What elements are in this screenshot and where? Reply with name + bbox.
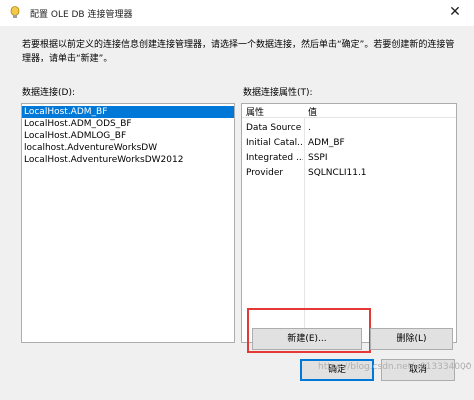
connection-item[interactable]: LocalHost.ADM_BF [22, 106, 234, 118]
property-key: Integrated ... [246, 153, 303, 163]
instructions-text: 若要根据以前定义的连接信息创建连接管理器，请选择一个数据连接，然后单击“确定”。… [22, 40, 455, 64]
property-value: SQLNCLI11.1 [308, 168, 367, 178]
property-row[interactable]: Data Source . [242, 121, 456, 136]
resize-grip-icon[interactable]: ⋰ [462, 362, 472, 372]
connection-item[interactable]: LocalHost.ADMLOG_BF [22, 130, 234, 142]
header-value: 值 [308, 108, 318, 118]
close-button[interactable]: ✕ [436, 0, 474, 24]
property-value: SSPI [308, 153, 328, 163]
connection-item[interactable]: localhost.AdventureWorksDW [22, 142, 234, 154]
title-bar[interactable]: 配置 OLE DB 连接管理器 ✕ [0, 0, 474, 26]
property-key: Provider [246, 168, 284, 178]
window-title: 配置 OLE DB 连接管理器 [30, 10, 133, 20]
property-key: Initial Catal... [246, 138, 303, 148]
watermark: https://blog.csdn.net/u013334000 [318, 362, 472, 372]
header-property: 属性 [246, 108, 265, 118]
app-icon [10, 6, 20, 18]
property-value: ADM_BF [308, 138, 345, 148]
connection-item[interactable]: LocalHost.AdventureWorksDW2012 [22, 154, 234, 166]
new-button[interactable]: 新建(E)... [252, 328, 362, 350]
close-icon: ✕ [449, 4, 461, 20]
property-key: Data Source [246, 123, 302, 133]
properties-grid[interactable]: 属性 值 Data Source . Initial Catal... ADM_… [241, 103, 457, 343]
property-value: . [308, 123, 311, 133]
connections-label: 数据连接(D): [22, 88, 75, 98]
connection-item[interactable]: LocalHost.ADM_ODS_BF [22, 118, 234, 130]
property-row[interactable]: Initial Catal... ADM_BF [242, 136, 456, 151]
connections-list[interactable]: LocalHost.ADM_BF LocalHost.ADM_ODS_BF Lo… [21, 103, 235, 343]
properties-label: 数据连接属性(T): [243, 88, 313, 98]
properties-header: 属性 值 [242, 104, 456, 118]
delete-button[interactable]: 删除(L) [370, 328, 453, 350]
dialog-body: 若要根据以前定义的连接信息创建连接管理器，请选择一个数据连接，然后单击“确定”。… [0, 26, 474, 400]
property-row[interactable]: Provider SQLNCLI11.1 [242, 166, 456, 181]
property-row[interactable]: Integrated ... SSPI [242, 151, 456, 166]
